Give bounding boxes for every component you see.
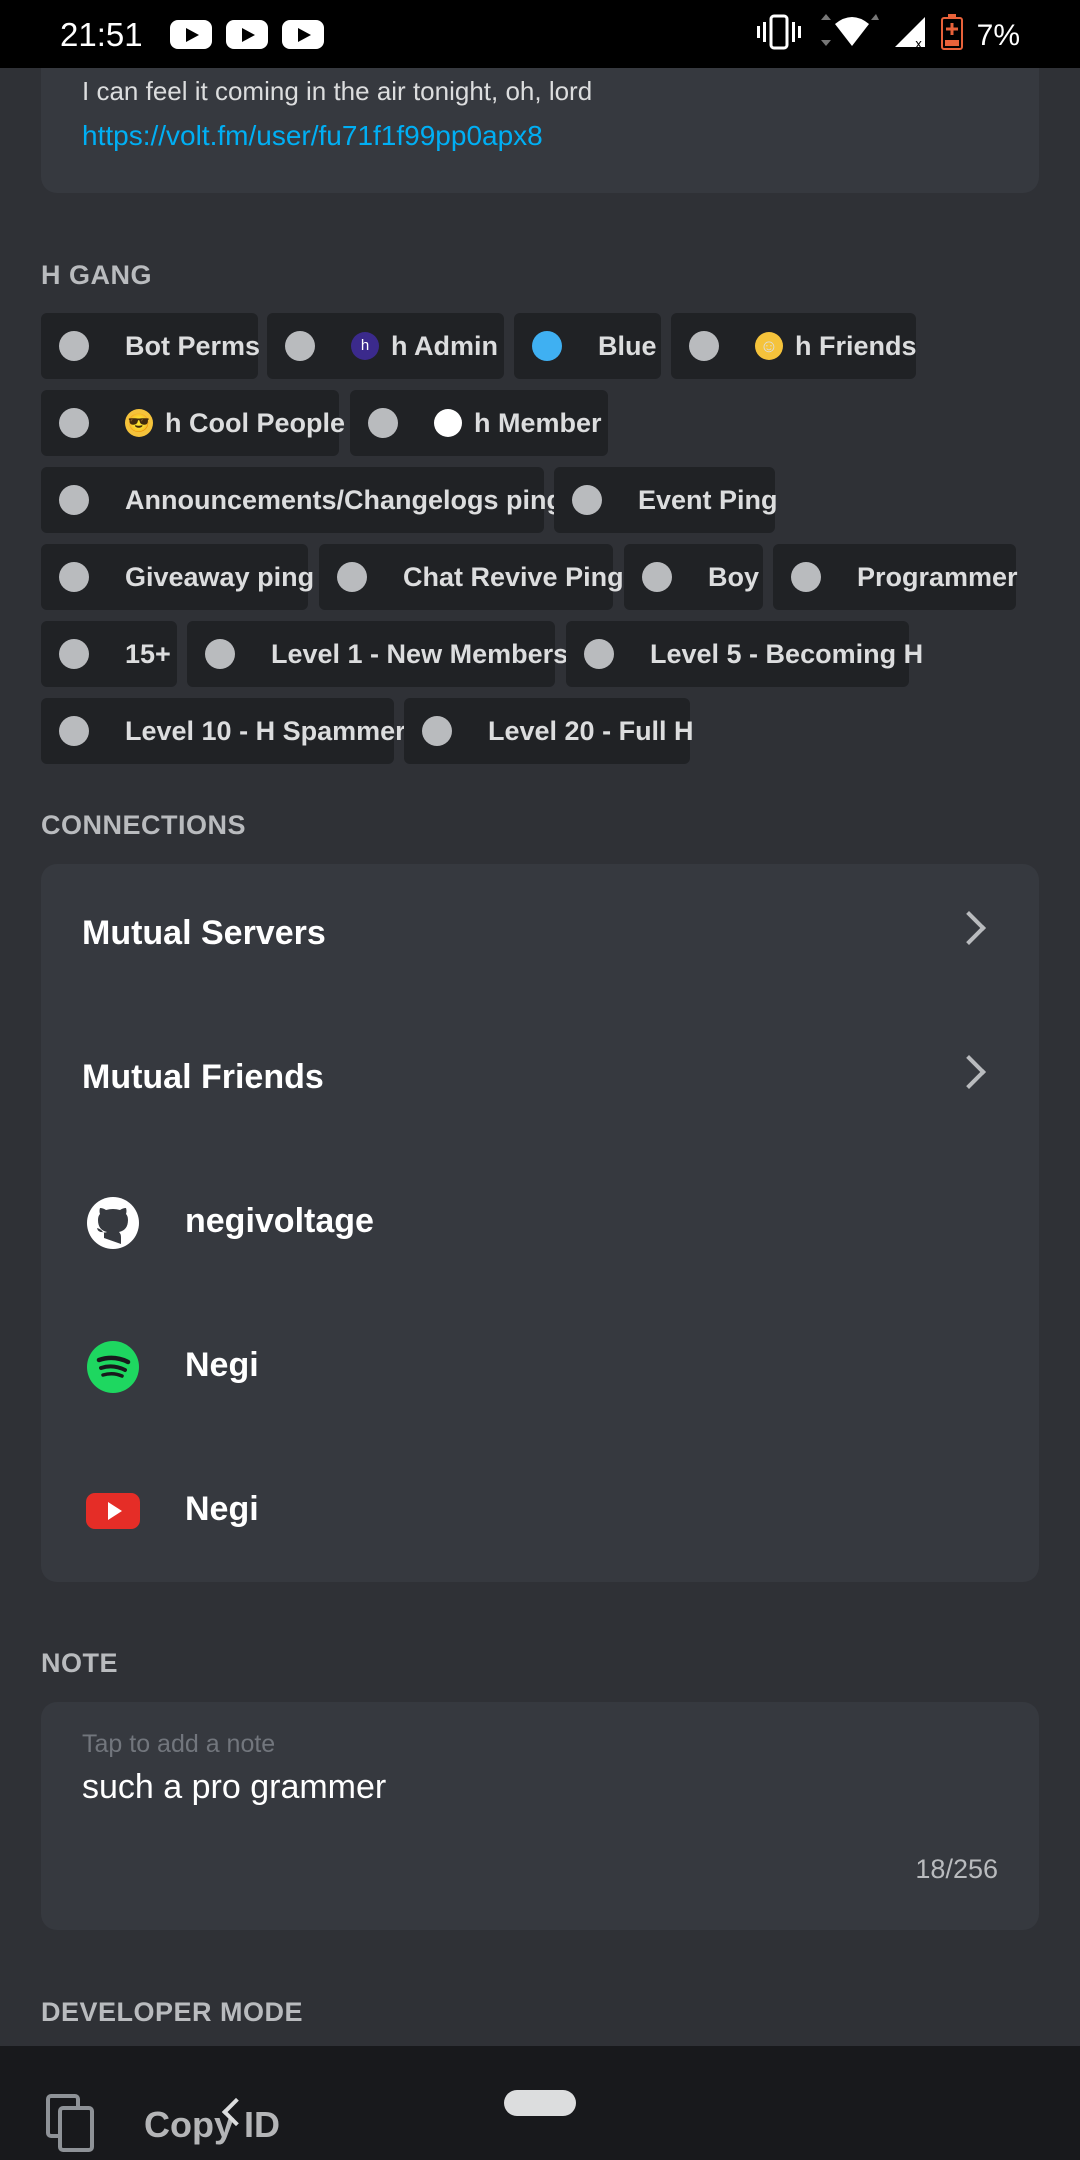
role-color-dot — [689, 331, 719, 361]
youtube-icon — [170, 20, 212, 49]
role-chip[interactable]: 😎 h Cool People — [41, 390, 345, 456]
battery-icon — [940, 14, 963, 58]
role-label: Announcements/Changelogs ping — [125, 484, 564, 515]
chevron-right-icon — [952, 911, 986, 945]
status-time: 21:51 — [60, 16, 143, 53]
note-placeholder: Tap to add a note — [82, 1730, 276, 1758]
note-text[interactable]: such a pro grammer — [82, 1768, 386, 1807]
connection-spotify-row[interactable]: Negi — [41, 1296, 1039, 1440]
wifi-icon — [815, 14, 879, 58]
bio-text: I can feel it coming in the air tonight,… — [82, 76, 593, 106]
role-chip[interactable]: Programmer — [773, 544, 1018, 610]
github-icon — [86, 1196, 140, 1250]
youtube-username: Negi — [185, 1490, 259, 1528]
role-chip[interactable]: Announcements/Changelogs ping — [41, 467, 563, 533]
note-char-count: 18/256 — [915, 1854, 998, 1884]
role-chip[interactable]: Level 5 - Becoming H — [566, 621, 923, 687]
role-label: Boy — [708, 561, 760, 592]
connection-youtube-row[interactable]: Negi — [41, 1440, 1039, 1584]
bio-link[interactable]: https://volt.fm/user/fu71f1f99pp0apx8 — [82, 120, 543, 152]
mutual-friends-row[interactable]: Mutual Friends — [41, 1008, 1039, 1152]
role-chip[interactable]: 15+ — [41, 621, 177, 687]
mutual-servers-label: Mutual Servers — [82, 914, 326, 952]
copy-id-button[interactable]: Copy ID — [144, 2104, 280, 2146]
role-color-dot — [285, 331, 315, 361]
white-face-emoji — [434, 409, 462, 437]
role-chip[interactable]: Level 20 - Full H — [404, 698, 694, 764]
role-chip[interactable]: Event Ping — [554, 467, 778, 533]
role-label: Level 1 - New Members — [271, 638, 569, 669]
role-chip[interactable]: Level 10 - H Spammer — [41, 698, 406, 764]
sunglasses-emoji: 😎 — [125, 409, 153, 437]
role-chip[interactable]: Level 1 - New Members — [187, 621, 568, 687]
role-label: Level 10 - H Spammer — [125, 715, 406, 746]
role-color-dot — [368, 408, 398, 438]
note-field[interactable]: Tap to add a note such a pro grammer 18/… — [41, 1702, 1039, 1930]
role-color-dot — [791, 562, 821, 592]
role-color-dot — [532, 331, 562, 361]
spotify-username: Negi — [185, 1346, 259, 1384]
bottom-bar: Copy ID — [0, 2046, 1080, 2160]
role-color-dot — [59, 562, 89, 592]
roles-section-title: H GANG — [41, 260, 152, 290]
role-chip[interactable]: Blue — [514, 313, 661, 379]
developer-mode-title: DEVELOPER MODE — [41, 1997, 304, 2027]
status-bar: 21:51 x 7% — [0, 0, 1080, 68]
role-chip[interactable]: h h Admin — [267, 313, 504, 379]
role-color-dot — [59, 716, 89, 746]
role-label: h Friends — [795, 330, 917, 361]
note-section-title: NOTE — [41, 1648, 119, 1678]
role-label: h Admin — [391, 330, 498, 361]
chevron-right-icon — [952, 1055, 986, 1089]
role-chip[interactable]: Chat Revive Ping — [319, 544, 624, 610]
role-label: Chat Revive Ping — [403, 561, 624, 592]
spotify-icon — [86, 1340, 140, 1394]
connections-card: Mutual Servers Mutual Friends negivoltag… — [41, 864, 1039, 1582]
youtube-icon — [282, 20, 324, 49]
mutual-servers-row[interactable]: Mutual Servers — [41, 864, 1039, 1008]
role-color-dot — [584, 639, 614, 669]
role-label: h Member — [474, 407, 602, 438]
role-label: Blue — [598, 330, 657, 361]
signal-icon: x — [893, 15, 927, 57]
role-color-dot — [59, 639, 89, 669]
h-badge-emoji: h — [351, 332, 379, 360]
role-color-dot — [59, 331, 89, 361]
role-color-dot — [59, 485, 89, 515]
role-chip[interactable]: Bot Perms — [41, 313, 261, 379]
youtube-icon — [226, 20, 268, 49]
role-color-dot — [59, 408, 89, 438]
role-chip[interactable]: h Member — [350, 390, 608, 456]
role-color-dot — [422, 716, 452, 746]
role-label: Programmer — [857, 561, 1018, 592]
connection-github-row[interactable]: negivoltage — [41, 1152, 1039, 1296]
role-color-dot — [572, 485, 602, 515]
nav-home-pill[interactable] — [504, 2090, 576, 2116]
role-chip[interactable]: Giveaway ping — [41, 544, 314, 610]
smiley-emoji: ☺ — [755, 332, 783, 360]
copy-icon — [46, 2094, 94, 2152]
role-label: 15+ — [125, 638, 171, 669]
role-label: Bot Perms — [125, 330, 261, 361]
role-label: Event Ping — [638, 484, 778, 515]
battery-percent: 7% — [976, 19, 1020, 52]
connections-section-title: CONNECTIONS — [41, 810, 247, 840]
role-color-dot — [205, 639, 235, 669]
youtube-icon — [86, 1484, 140, 1538]
role-color-dot — [337, 562, 367, 592]
role-chip[interactable]: ☺ h Friends — [671, 313, 917, 379]
role-label: Giveaway ping — [125, 561, 315, 592]
mutual-friends-label: Mutual Friends — [82, 1058, 324, 1096]
vibrate-icon — [756, 14, 801, 58]
role-chip[interactable]: Boy — [624, 544, 763, 610]
bio-card: I can feel it coming in the air tonight,… — [41, 68, 1039, 193]
svg-text:x: x — [915, 37, 922, 49]
github-username: negivoltage — [185, 1202, 374, 1240]
role-label: Level 5 - Becoming H — [650, 638, 924, 669]
role-label: Level 20 - Full H — [488, 715, 694, 746]
role-color-dot — [642, 562, 672, 592]
role-label: h Cool People — [165, 407, 346, 438]
